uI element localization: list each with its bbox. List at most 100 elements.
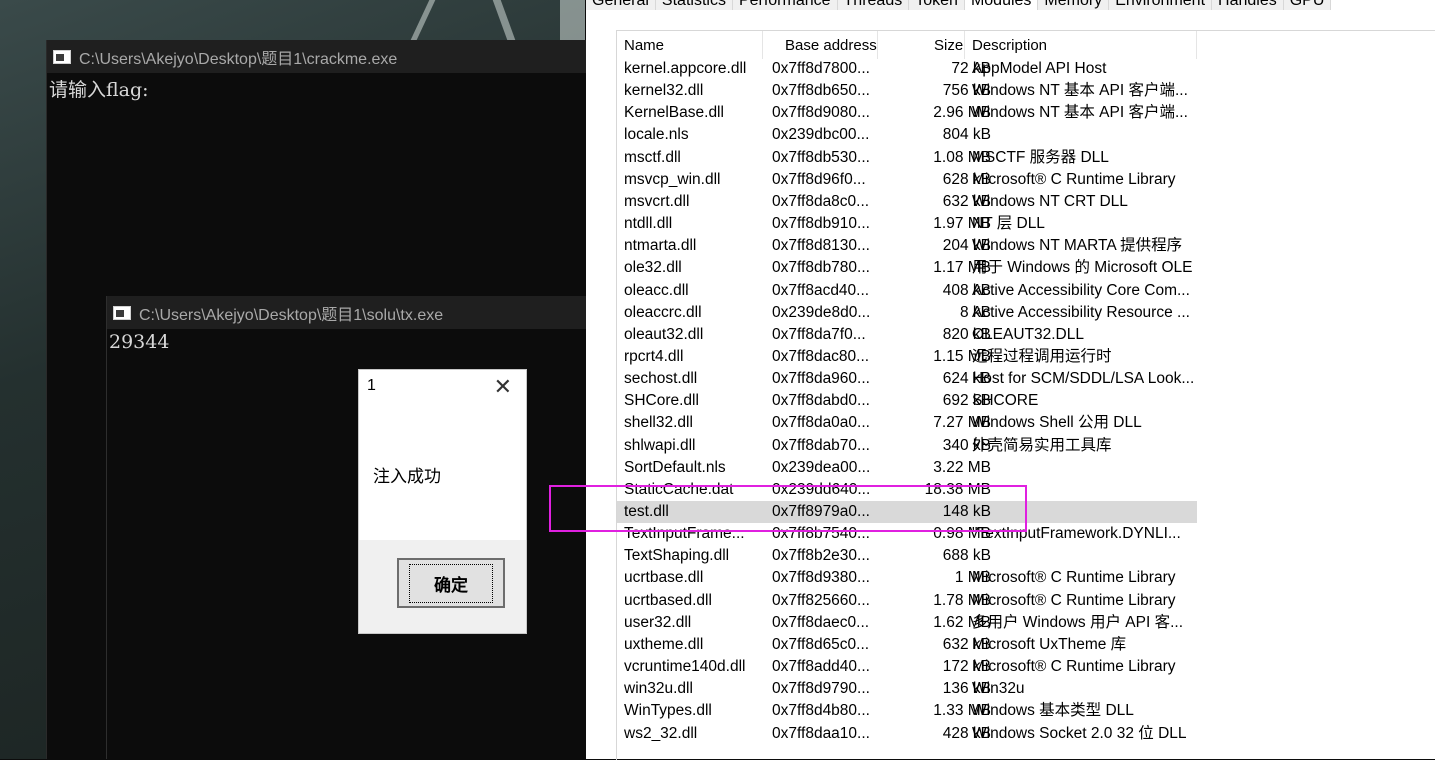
module-base-address: 0x239dbc00... xyxy=(772,126,870,144)
module-base-address: 0x7ff8daa10... xyxy=(772,724,870,742)
close-icon[interactable]: ✕ xyxy=(494,376,512,398)
module-base-address: 0x7ff825660... xyxy=(772,591,870,609)
module-base-address: 0x7ff8db530... xyxy=(772,148,870,166)
table-row[interactable]: win32u.dll 0x7ff8d9790... 136 kB Win32u xyxy=(617,678,1197,700)
table-row[interactable]: ntdll.dll 0x7ff8db910... 1.97 MB NT 层 DLL xyxy=(617,213,1197,235)
module-name: oleacc.dll xyxy=(624,281,689,299)
column-header-description[interactable]: Description xyxy=(972,37,1047,54)
module-name: shell32.dll xyxy=(624,414,693,432)
module-base-address: 0x7ff8da7f0... xyxy=(772,325,866,343)
table-row[interactable]: SHCore.dll 0x7ff8dabd0... 692 kB SHCORE xyxy=(617,390,1197,412)
module-name: kernel.appcore.dll xyxy=(624,60,747,77)
ok-button[interactable]: 确定 xyxy=(397,558,505,608)
column-header-name[interactable]: Name xyxy=(624,37,664,54)
module-name: KernelBase.dll xyxy=(624,104,724,122)
module-name: TextShaping.dll xyxy=(624,547,730,565)
tab-modules[interactable]: Modules xyxy=(964,0,1039,10)
module-description: Microsoft UxTheme 库 xyxy=(972,635,1127,653)
module-name: uxtheme.dll xyxy=(624,635,704,653)
table-row[interactable]: kernel32.dll 0x7ff8db650... 756 kB Windows … xyxy=(617,80,1197,102)
module-description: Microsoft® C Runtime Library xyxy=(972,569,1176,587)
column-separator[interactable] xyxy=(964,31,965,59)
module-base-address: 0x7ff8d65c0... xyxy=(772,635,870,653)
tab-performance[interactable]: Performance xyxy=(732,0,838,10)
module-size: 3.22 MB xyxy=(933,458,991,476)
module-name: locale.nls xyxy=(624,126,689,144)
table-row[interactable]: ole32.dll 0x7ff8db780... 1.17 MB 用于 Windows… xyxy=(617,257,1197,279)
module-name: ntdll.dll xyxy=(624,215,673,233)
table-row[interactable]: KernelBase.dll 0x7ff8d9080... 2.96 MB Windo… xyxy=(617,102,1197,124)
module-description: 外壳简易实用工具库 xyxy=(972,436,1112,454)
table-row[interactable]: msctf.dll 0x7ff8db530... 1.08 MB MSCTF 服务器 … xyxy=(617,147,1197,169)
module-name: ws2_32.dll xyxy=(624,724,698,742)
table-row[interactable]: oleaccrc.dll 0x239de8d0... 8 kB Active Acce… xyxy=(617,302,1197,324)
module-description: SHCORE xyxy=(972,392,1039,410)
column-separator[interactable] xyxy=(877,31,878,59)
module-description: OLEAUT32.DLL xyxy=(972,325,1084,343)
tab-gpu[interactable]: GPU xyxy=(1283,0,1332,10)
table-row[interactable]: shell32.dll 0x7ff8da0a0... 7.27 MB Windows … xyxy=(617,412,1197,434)
console-title: C:\Users\Akejyo\Desktop\题目1\solu\tx.exe xyxy=(139,306,444,324)
dialog-message: 注入成功 xyxy=(373,467,441,486)
module-base-address: 0x7ff8d96f0... xyxy=(772,170,866,188)
table-row[interactable]: rpcrt4.dll 0x7ff8dac80... 1.15 MB 远程过程调用运行时 xyxy=(617,346,1197,368)
tab-memory[interactable]: Memory xyxy=(1038,0,1110,10)
module-base-address: 0x7ff8da8c0... xyxy=(772,192,870,210)
module-base-address: 0x7ff8daec0... xyxy=(772,613,870,631)
column-separator[interactable] xyxy=(762,31,763,59)
module-name: ucrtbased.dll xyxy=(624,591,712,609)
module-description: NT 层 DLL xyxy=(972,215,1045,233)
table-row[interactable]: ws2_32.dll 0x7ff8daa10... 428 kB Windows So… xyxy=(617,723,1197,745)
column-separator[interactable] xyxy=(1196,31,1197,59)
console-icon xyxy=(53,49,71,64)
module-base-address: 0x7ff8dabd0... xyxy=(772,392,870,410)
table-row[interactable]: SortDefault.nls 0x239dea00... 3.22 MB xyxy=(617,457,1197,479)
table-row[interactable]: oleaut32.dll 0x7ff8da7f0... 820 kB OLEAUT32… xyxy=(617,324,1197,346)
table-row[interactable]: locale.nls 0x239dbc00... 804 kB xyxy=(617,124,1197,146)
table-row[interactable]: sechost.dll 0x7ff8da960... 624 kB Host for … xyxy=(617,368,1197,390)
tab-general[interactable]: General xyxy=(586,0,656,10)
table-row[interactable]: WinTypes.dll 0x7ff8d4b80... 1.33 MB Windows… xyxy=(617,700,1197,722)
annotation-highlight-box xyxy=(549,485,1027,532)
table-row[interactable]: TextShaping.dll 0x7ff8b2e30... 688 kB xyxy=(617,545,1197,567)
module-base-address: 0x7ff8db780... xyxy=(772,259,870,277)
module-description: 多用户 Windows 用户 API 客... xyxy=(972,613,1184,631)
module-base-address: 0x239de8d0... xyxy=(772,303,871,321)
tab-token[interactable]: Token xyxy=(909,0,965,10)
column-header-base-address[interactable]: Base address xyxy=(785,37,877,54)
table-row[interactable]: kernel.appcore.dll 0x7ff8d7800... 72 kB App… xyxy=(617,58,1197,80)
table-row[interactable]: vcruntime140d.dll 0x7ff8add40... 172 kB Mic… xyxy=(617,656,1197,678)
module-description: Win32u xyxy=(972,680,1025,698)
table-row[interactable]: msvcrt.dll 0x7ff8da8c0... 632 kB Windows NT… xyxy=(617,191,1197,213)
module-name: win32u.dll xyxy=(624,680,693,698)
module-base-address: 0x7ff8db910... xyxy=(772,215,870,233)
table-row[interactable]: ucrtbase.dll 0x7ff8d9380... 1 MB Microsoft®… xyxy=(617,567,1197,589)
table-row[interactable]: user32.dll 0x7ff8daec0... 1.62 MB 多用户 Windo… xyxy=(617,612,1197,634)
module-base-address: 0x7ff8d9380... xyxy=(772,569,870,587)
tab-handles[interactable]: Handles xyxy=(1212,0,1284,10)
dialog-title: 1 xyxy=(367,377,376,394)
table-row[interactable]: msvcp_win.dll 0x7ff8d96f0... 628 kB Microso… xyxy=(617,169,1197,191)
modules-list[interactable]: Name Base address Size Description kerne… xyxy=(616,30,1435,760)
module-description: Host for SCM/SDDL/LSA Look... xyxy=(972,370,1195,388)
console-titlebar[interactable]: C:\Users\Akejyo\Desktop\题目1\solu\tx.exe xyxy=(107,296,587,329)
table-row[interactable]: shlwapi.dll 0x7ff8dab70... 340 kB 外壳简易实用工具库 xyxy=(617,435,1197,457)
tab-environment[interactable]: Environment xyxy=(1109,0,1213,10)
table-row[interactable]: uxtheme.dll 0x7ff8d65c0... 632 kB Microsoft… xyxy=(617,634,1197,656)
message-box-dialog[interactable]: 1 ✕ 注入成功 确定 xyxy=(358,369,527,634)
console-output: 29344 xyxy=(109,331,170,353)
table-row[interactable]: oleacc.dll 0x7ff8acd40... 408 kB Active Acc… xyxy=(617,280,1197,302)
module-description: Active Accessibility Resource ... xyxy=(972,303,1190,321)
module-description: Windows NT 基本 API 客户端... xyxy=(972,104,1188,122)
table-row[interactable]: ntmarta.dll 0x7ff8d8130... 204 kB Windows N… xyxy=(617,235,1197,257)
tab-threads[interactable]: Threads xyxy=(837,0,910,10)
module-base-address: 0x7ff8add40... xyxy=(772,658,870,676)
module-description: 远程过程调用运行时 xyxy=(972,347,1112,365)
module-base-address: 0x7ff8d9080... xyxy=(772,104,870,122)
table-row[interactable]: ucrtbased.dll 0x7ff825660... 1.78 MB Micros… xyxy=(617,590,1197,612)
module-base-address: 0x7ff8db650... xyxy=(772,82,870,100)
column-header-size[interactable]: Size xyxy=(934,37,963,54)
tab-statistics[interactable]: Statistics xyxy=(655,0,733,10)
module-name: WinTypes.dll xyxy=(624,702,712,720)
console-titlebar[interactable]: C:\Users\Akejyo\Desktop\题目1\crackme.exe xyxy=(47,40,587,73)
